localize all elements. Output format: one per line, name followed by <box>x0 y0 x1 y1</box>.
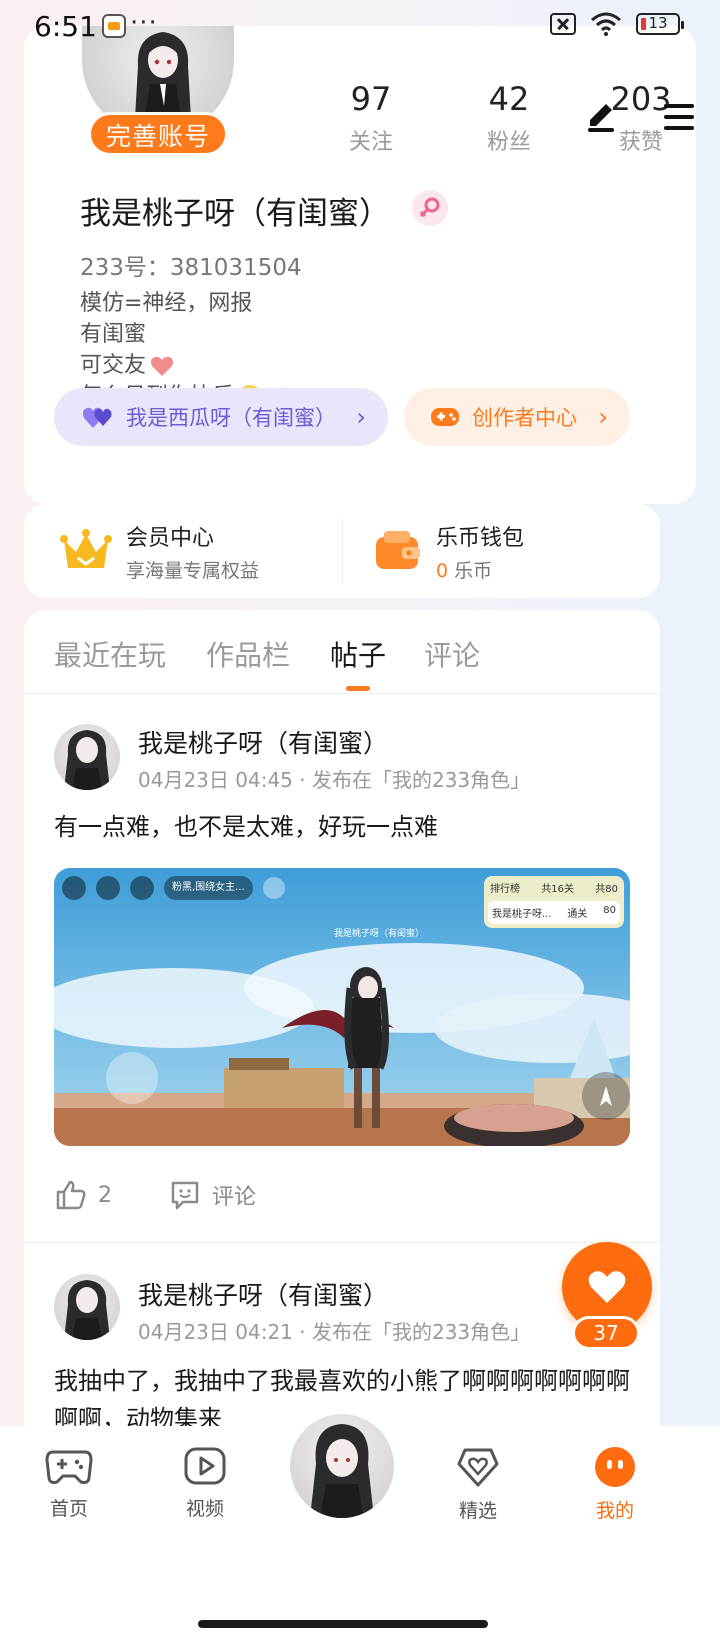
post-meta: 04月23日 04:21 · 发布在「我的233角色」 <box>138 1320 531 1344</box>
thumb-up-icon <box>56 1180 86 1210</box>
bio-line: 有闺蜜 <box>80 322 147 347</box>
home-indicator[interactable] <box>198 1620 488 1628</box>
fans-count: 42 <box>488 80 530 118</box>
heart-shield-icon <box>457 1448 499 1487</box>
post-meta: 04月23日 04:45 · 发布在「我的233角色」 <box>138 768 531 792</box>
post-game-screenshot[interactable]: 粉黑,围绕女主... 排行榜 共16关 共80 我是桃子呀... 通关 80 我… <box>54 868 630 1146</box>
nav-video[interactable]: 视频 <box>160 1446 250 1521</box>
creator-center-pill[interactable]: 创作者中心 › <box>404 388 630 446</box>
tab-posts[interactable]: 帖子 <box>330 634 386 674</box>
nav-center-avatar[interactable] <box>290 1414 394 1518</box>
post-text: 有一点难，也不是太难，好玩一点难 <box>54 813 438 841</box>
leaderboard-levels: 共16关 <box>541 884 574 895</box>
comment-icon <box>171 1181 199 1210</box>
like-button[interactable]: 2 <box>54 1178 112 1212</box>
floating-like-count: 37 <box>572 1316 640 1350</box>
profile-nickname: 我是桃子呀（有闺蜜） <box>80 196 390 232</box>
more-notifications-icon: ··· <box>130 8 158 38</box>
tab-recent-play[interactable]: 最近在玩 <box>54 634 166 674</box>
chat-icon <box>96 876 120 900</box>
heart-emoji-icon <box>151 356 174 376</box>
game-toolbar: 粉黑,围绕女主... <box>62 876 285 900</box>
chat-tag: 粉黑,围绕女主... <box>164 876 253 900</box>
tab-comments[interactable]: 评论 <box>424 634 480 674</box>
post-actions: 2 评论 <box>54 1178 312 1212</box>
female-gender-icon <box>412 190 448 226</box>
double-heart-icon <box>83 407 112 428</box>
comment-button[interactable]: 评论 <box>168 1178 256 1212</box>
battery-icon: 13 <box>636 13 684 35</box>
leaderboard-status: 通关 <box>567 909 588 920</box>
profile-uid: 233号：381031504 <box>80 255 302 281</box>
app-notification-icon <box>102 14 126 38</box>
post-divider <box>24 1242 660 1243</box>
active-tab-indicator <box>346 686 370 691</box>
wallet-title: 乐币钱包 <box>436 525 525 551</box>
no-sim-icon <box>550 13 576 35</box>
leaderboard-total: 共80 <box>595 884 618 895</box>
status-icons: 13 <box>550 12 684 36</box>
member-card: 会员中心 享海量专属权益 乐币钱包 0 乐币 <box>24 504 660 598</box>
coin-wallet[interactable]: 乐币钱包 0 乐币 <box>374 504 524 598</box>
chevron-right-icon: › <box>598 403 608 431</box>
leaderboard-panel: 排行榜 共16关 共80 我是桃子呀... 通关 80 <box>484 876 624 928</box>
player-name-tag: 我是桃子呀（有闺蜜） <box>334 929 425 939</box>
bio-line: 可交友 <box>80 350 290 381</box>
stat-following[interactable]: 97 关注 <box>316 80 426 156</box>
status-bar: 6:51 ··· 13 <box>0 0 720 54</box>
nav-mine-label: 我的 <box>595 1500 634 1522</box>
like-icon <box>262 877 285 899</box>
bio-line: 模仿=神经，网报 <box>80 291 253 316</box>
comment-label: 评论 <box>212 1185 257 1210</box>
crown-icon <box>60 529 112 568</box>
profile-face-icon <box>595 1447 635 1487</box>
stat-fans[interactable]: 42 粉丝 <box>454 80 564 156</box>
chevron-right-icon: › <box>356 403 366 431</box>
friends-icon <box>130 876 154 900</box>
best-friend-pill[interactable]: 我是西瓜呀（有闺蜜） › <box>54 388 388 446</box>
profile-card: 完善账号 97 关注 42 粉丝 203 获赞 我是桃子呀（有闺蜜） 233号：… <box>24 26 696 504</box>
tab-works[interactable]: 作品栏 <box>206 634 290 674</box>
profile-tabs: 最近在玩 作品栏 帖子 评论 <box>24 610 660 694</box>
gamepad-icon <box>45 1450 93 1484</box>
following-count: 97 <box>350 80 392 118</box>
complete-account-button[interactable]: 完善账号 <box>88 112 228 156</box>
gamepad-icon <box>431 408 459 426</box>
status-time: 6:51 <box>34 10 97 43</box>
vip-title: 会员中心 <box>126 525 215 551</box>
nav-home[interactable]: 首页 <box>24 1446 114 1521</box>
vip-center[interactable]: 会员中心 享海量专属权益 <box>60 504 259 598</box>
post-author-avatar[interactable] <box>54 724 120 790</box>
post-author-name[interactable]: 我是桃子呀（有闺蜜） <box>138 724 388 760</box>
best-friend-label: 我是西瓜呀（有闺蜜） <box>126 406 336 430</box>
play-icon <box>184 1447 226 1485</box>
vip-subtitle: 享海量专属权益 <box>126 559 260 582</box>
like-count: 2 <box>98 1182 112 1208</box>
nav-home-label: 首页 <box>49 1498 88 1520</box>
following-label: 关注 <box>348 130 393 155</box>
wallet-icon <box>376 531 420 569</box>
list-icon <box>62 876 86 900</box>
post-item[interactable]: 我是桃子呀（有闺蜜） 04月23日 04:45 · 发布在「我的233角色」 有… <box>24 694 660 1244</box>
leaderboard-player: 我是桃子呀... <box>492 909 552 920</box>
wallet-balance: 0 乐币 <box>436 559 493 582</box>
wifi-icon <box>591 12 621 36</box>
nav-video-label: 视频 <box>185 1498 224 1520</box>
nav-mine[interactable]: 我的 <box>570 1446 660 1523</box>
post-author-avatar[interactable] <box>54 1274 120 1340</box>
fans-label: 粉丝 <box>486 130 531 155</box>
leaderboard-score: 80 <box>603 905 616 916</box>
content-card: 最近在玩 作品栏 帖子 评论 我是桃子呀（有闺蜜） 04月23日 04:45 ·… <box>24 610 660 1450</box>
creator-center-label: 创作者中心 <box>472 406 577 430</box>
edit-icon[interactable] <box>584 98 618 132</box>
nav-featured-label: 精选 <box>458 1500 497 1522</box>
menu-icon[interactable] <box>664 104 694 137</box>
nav-featured[interactable]: 精选 <box>433 1446 523 1523</box>
post-author-name[interactable]: 我是桃子呀（有闺蜜） <box>138 1276 388 1312</box>
divider <box>342 518 343 584</box>
leaderboard-title: 排行榜 <box>490 884 520 895</box>
heart-icon <box>588 1271 626 1303</box>
